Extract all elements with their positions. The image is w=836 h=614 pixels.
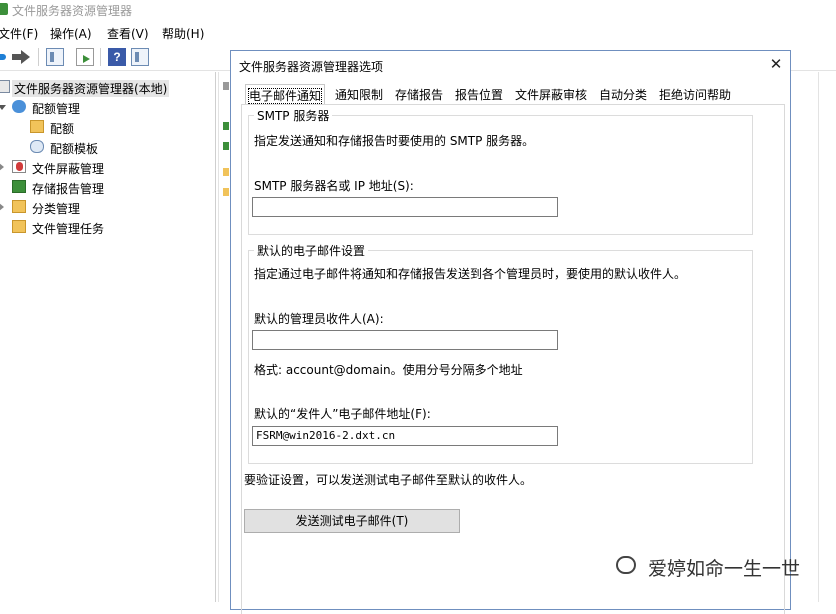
verify-settings-text: 要验证设置，可以发送测试电子邮件至默认的收件人。 (244, 473, 533, 487)
tab-label: 电子邮件通知 (247, 88, 323, 104)
menu-bar: 文件(F) 操作(A) 查看(V) 帮助(H) (0, 22, 836, 42)
classification-icon (12, 200, 26, 213)
export-list-icon[interactable] (76, 48, 94, 66)
smtp-description: 指定发送通知和存储报告时要使用的 SMTP 服务器。 (254, 134, 535, 148)
toolbar-separator (100, 48, 101, 66)
help-icon[interactable]: ? (108, 48, 126, 66)
default-email-description: 指定通过电子邮件将通知和存储报告发送到各个管理员时，要使用的默认收件人。 (254, 267, 687, 281)
tree-node-label: 文件屏蔽管理 (32, 162, 105, 176)
dialog-title: 文件服务器资源管理器选项 (239, 60, 384, 74)
file-task-icon (12, 220, 26, 233)
tab-storage-reports[interactable]: 存储报告 (395, 86, 443, 104)
tree-node-quota-management[interactable]: 配额管理 (0, 98, 200, 116)
smtp-server-input[interactable] (252, 197, 558, 217)
quota-folder-icon (30, 120, 44, 133)
main-window-title: 文件服务器资源管理器 (12, 4, 133, 18)
file-screen-icon (12, 160, 26, 173)
admin-recipients-label: 默认的管理员收件人(A): (254, 312, 384, 326)
tree-node-file-tasks[interactable]: 文件管理任务 (0, 218, 200, 236)
back-arrow-icon[interactable] (0, 54, 6, 60)
tree-node-quota-template[interactable]: 配额模板 (30, 138, 200, 156)
menu-action[interactable]: 操作(A) (50, 25, 92, 42)
app-icon (0, 3, 8, 15)
close-icon[interactable]: ✕ (767, 55, 785, 73)
expand-arrow-icon[interactable] (0, 105, 6, 110)
server-icon (0, 80, 10, 93)
tree-node-classification[interactable]: 分类管理 (0, 198, 200, 216)
smtp-group-title: SMTP 服务器 (257, 109, 330, 123)
tab-report-locations[interactable]: 报告位置 (455, 86, 503, 104)
tab-file-screen-audit[interactable]: 文件屏蔽审核 (515, 86, 587, 104)
tab-email-notifications[interactable]: 电子邮件通知 (245, 84, 326, 104)
tree-node-label: 配额管理 (32, 102, 81, 116)
tree-node-label: 文件服务器资源管理器(本地) (12, 80, 170, 97)
tree-node-quota[interactable]: 配额 (30, 118, 200, 136)
main-title-bar: 文件服务器资源管理器 (0, 0, 836, 20)
storage-report-icon (12, 180, 26, 193)
default-email-group-title: 默认的电子邮件设置 (257, 244, 366, 258)
tab-notification-limits[interactable]: 通知限制 (335, 86, 383, 104)
smtp-server-label: SMTP 服务器名或 IP 地址(S): (254, 179, 414, 193)
tree-node-label: 配额模板 (50, 142, 99, 156)
watermark-text: 爱婷如命一生一世 (648, 558, 801, 580)
send-test-email-button[interactable]: 发送测试电子邮件(T) (244, 509, 460, 533)
options-dialog: 文件服务器资源管理器选项 ✕ 电子邮件通知 通知限制 存储报告 报告位置 文件屏… (230, 50, 791, 614)
toolbar-separator (38, 48, 39, 66)
menu-view[interactable]: 查看(V) (107, 25, 149, 42)
from-address-input[interactable]: FSRM@win2016-2.dxt.cn (252, 426, 558, 446)
result-item-icon (223, 168, 229, 176)
menu-file[interactable]: 文件(F) (0, 25, 38, 42)
result-item-icon (223, 122, 229, 130)
tree-node-root[interactable]: 文件服务器资源管理器(本地) (0, 78, 200, 97)
quota-template-icon (30, 140, 44, 153)
tree-node-file-screen[interactable]: 文件屏蔽管理 (0, 158, 200, 176)
tab-access-denied-assistance[interactable]: 拒绝访问帮助 (659, 86, 731, 104)
quota-management-icon (12, 100, 26, 113)
properties-icon[interactable] (131, 48, 149, 66)
from-address-label: 默认的“发件人”电子邮件地址(F): (254, 407, 431, 421)
tree-node-label: 存储报告管理 (32, 182, 105, 196)
admin-recipients-input[interactable] (252, 330, 558, 350)
address-format-hint: 格式: account@domain。使用分号分隔多个地址 (254, 363, 523, 377)
tree-node-label: 配额 (50, 122, 75, 136)
console-tree: 文件服务器资源管理器(本地) 配额管理 配额 配额模板 文件屏蔽管理 存储报告管… (0, 72, 216, 602)
email-notifications-panel: SMTP 服务器 指定发送通知和存储报告时要使用的 SMTP 服务器。 SMTP… (241, 104, 785, 614)
collapse-arrow-icon[interactable] (0, 203, 4, 211)
forward-arrow-icon[interactable] (12, 48, 30, 66)
collapse-arrow-icon[interactable] (0, 163, 4, 171)
tree-node-label: 文件管理任务 (32, 222, 105, 236)
wechat-logo-icon (616, 556, 636, 574)
tree-node-label: 分类管理 (32, 202, 81, 216)
result-item-icon (223, 142, 229, 150)
result-item-icon (223, 82, 229, 90)
pane-divider (818, 72, 819, 602)
tab-auto-classification[interactable]: 自动分类 (599, 86, 647, 104)
menu-help[interactable]: 帮助(H) (162, 25, 204, 42)
result-item-icon (223, 188, 229, 196)
show-hide-tree-icon[interactable] (46, 48, 64, 66)
tree-node-storage-reports[interactable]: 存储报告管理 (0, 178, 200, 196)
